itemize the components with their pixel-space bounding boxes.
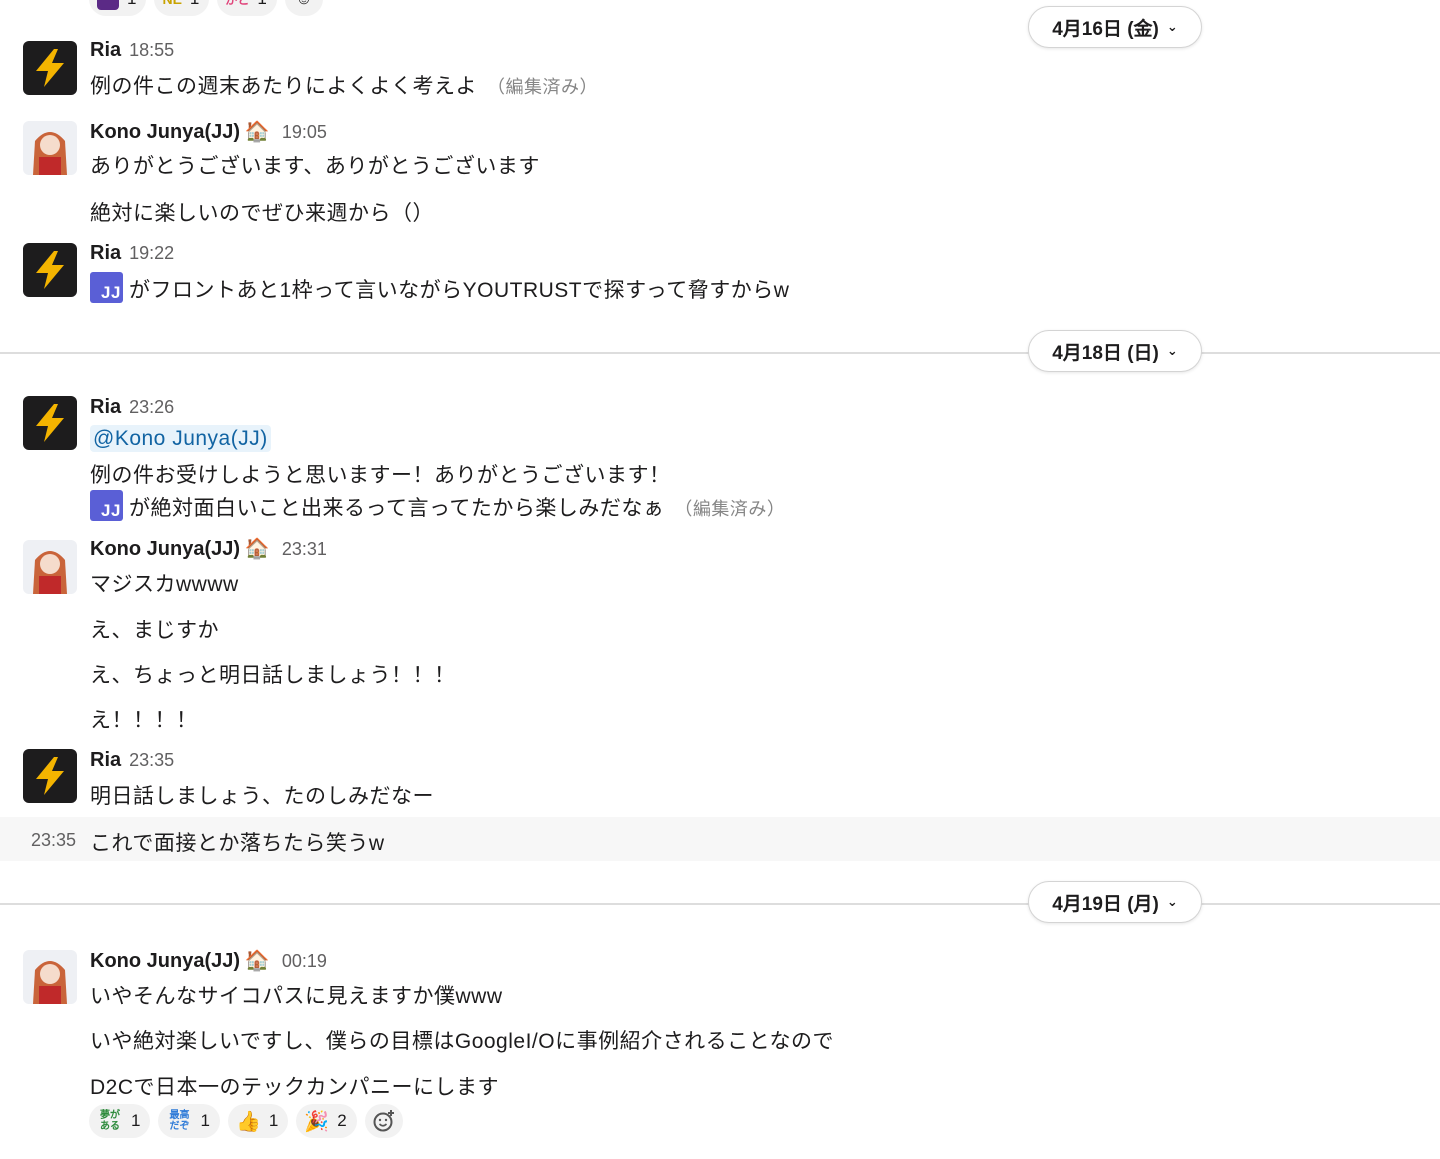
reaction-pill[interactable]: 1 [89, 0, 147, 16]
lightning-bolt-icon [36, 757, 64, 795]
message-time[interactable]: 19:05 [282, 122, 327, 142]
chevron-down-icon: ⌄ [1166, 343, 1178, 358]
avatar[interactable] [23, 540, 77, 594]
avatar[interactable] [23, 243, 77, 297]
author-name[interactable]: Kono Junya(JJ) [90, 121, 240, 143]
avatar[interactable] [23, 121, 77, 175]
lightning-bolt-icon [36, 251, 64, 289]
author-name[interactable]: Kono Junya(JJ) [90, 950, 240, 972]
avatar[interactable] [23, 41, 77, 95]
anime-avatar-icon [23, 540, 77, 594]
anime-avatar-icon [23, 950, 77, 1004]
yume-ga-aru-emoji: 夢が ある [100, 1110, 120, 1132]
date-divider-pill[interactable]: 4月19日 (月) ⌄ [1028, 881, 1202, 923]
reaction-pill[interactable]: NE 1 [154, 0, 210, 16]
message-header: Kono Junya(JJ) 🏠 00:19 [90, 948, 327, 973]
message-time[interactable]: 23:35 [31, 830, 76, 851]
add-reaction-button[interactable] [364, 1104, 403, 1138]
message-text: D2Cで日本一のテックカンパニーにします [90, 1076, 500, 1099]
message-time[interactable]: 00:19 [282, 951, 327, 971]
message-text: ありがとうございます、ありがとうございます [90, 155, 540, 178]
custom-emoji-icon: がと [225, 0, 249, 8]
message-text: いや絶対楽しいですし、僕らの目標はGoogleI/Oに事例紹介されることなので [90, 1030, 834, 1053]
add-emoji-icon [373, 1110, 394, 1132]
message-text: 例の件お受けしようと思いますー！ありがとうございます！ [90, 464, 671, 487]
avatar[interactable] [23, 396, 77, 450]
edited-label: （編集済み） [674, 499, 786, 519]
message-text: JJ が絶対面白いこと出来るって言ってたから楽しみだなぁ （編集済み） [90, 490, 785, 522]
message-time[interactable]: 23:35 [129, 750, 174, 770]
author-name[interactable]: Ria [90, 749, 121, 771]
custom-emoji-icon: NE [162, 0, 181, 7]
custom-emoji-icon [97, 0, 119, 10]
chevron-down-icon: ⌄ [1166, 19, 1178, 34]
reaction-pill[interactable]: がと 1 [217, 0, 277, 16]
jj-custom-emoji: JJ [90, 272, 123, 303]
message-time[interactable]: 23:26 [129, 397, 174, 417]
author-name[interactable]: Kono Junya(JJ) [90, 538, 240, 560]
user-mention[interactable]: @Kono Junya(JJ) [90, 425, 271, 452]
message-time[interactable]: 18:55 [129, 40, 174, 60]
house-icon: 🏠 [244, 950, 270, 972]
chevron-down-icon: ⌄ [1166, 894, 1178, 909]
reaction-pill[interactable]: 🎉 2 [296, 1104, 357, 1138]
message-time[interactable]: 23:31 [282, 539, 327, 559]
party-popper-icon: 🎉 [304, 1110, 330, 1133]
message-text: JJ がフロントあと1枠って言いながらYOUTRUSTで探すって脅すからw [90, 272, 789, 304]
message-header: Ria 23:35 [90, 749, 174, 772]
lightning-bolt-icon [36, 404, 64, 442]
date-divider-pill[interactable]: 4月16日 (金) ⌄ [1028, 6, 1202, 48]
author-name[interactable]: Ria [90, 396, 121, 418]
reaction-pill[interactable]: 👍 1 [227, 1104, 289, 1138]
message-text: マジスカwwww [90, 573, 239, 596]
date-divider-line [0, 352, 1440, 354]
author-name[interactable]: Ria [90, 39, 121, 61]
house-icon: 🏠 [244, 538, 270, 560]
message-text: 例の件この週末あたりによくよく考えよ （編集済み） [90, 75, 598, 98]
message-reactions: 夢が ある 1 最高 だぞ 1 👍 1 🎉 2 [89, 1104, 403, 1138]
date-divider-line [0, 903, 1440, 905]
previous-message-reactions: 1 NE 1 がと 1 ☺ [89, 0, 323, 16]
anime-avatar-icon [23, 121, 77, 175]
reaction-pill[interactable]: 最高 だぞ 1 [158, 1104, 220, 1138]
add-reaction-button[interactable]: ☺ [284, 0, 323, 16]
jj-custom-emoji: JJ [90, 490, 123, 521]
message-text: 絶対に楽しいのでぜひ来週から（） [90, 202, 434, 225]
message-text: @Kono Junya(JJ) [90, 425, 271, 452]
date-divider-pill[interactable]: 4月18日 (日) ⌄ [1028, 330, 1202, 372]
reaction-pill[interactable]: 夢が ある 1 [89, 1104, 151, 1138]
saikou-dazo-emoji: 最高 だぞ [169, 1110, 190, 1132]
edited-label: （編集済み） [487, 77, 598, 97]
avatar[interactable] [23, 749, 77, 803]
message-header: Kono Junya(JJ) 🏠 19:05 [90, 119, 327, 144]
house-icon: 🏠 [244, 121, 270, 143]
thumbs-up-icon: 👍 [235, 1110, 261, 1133]
message-text: え、まじすか [90, 619, 219, 642]
author-name[interactable]: Ria [90, 242, 121, 264]
message-header: Ria 19:22 [90, 242, 174, 265]
message-header: Kono Junya(JJ) 🏠 23:31 [90, 536, 327, 561]
message-text: これで面接とか落ちたら笑うw [90, 832, 385, 855]
avatar[interactable] [23, 950, 77, 1004]
lightning-bolt-icon [36, 49, 64, 87]
message-time[interactable]: 19:22 [129, 243, 174, 263]
message-text: 明日話しましょう、たのしみだなー [90, 785, 434, 808]
message-text: いやそんなサイコパスに見えますか僕www [90, 985, 503, 1008]
add-emoji-icon: ☺ [295, 0, 312, 9]
message-text: え！！！！ [90, 709, 198, 732]
message-header: Ria 23:26 [90, 396, 174, 419]
message-header: Ria 18:55 [90, 39, 174, 62]
message-text: え、ちょっと明日話しましょう！！！ [90, 664, 456, 687]
